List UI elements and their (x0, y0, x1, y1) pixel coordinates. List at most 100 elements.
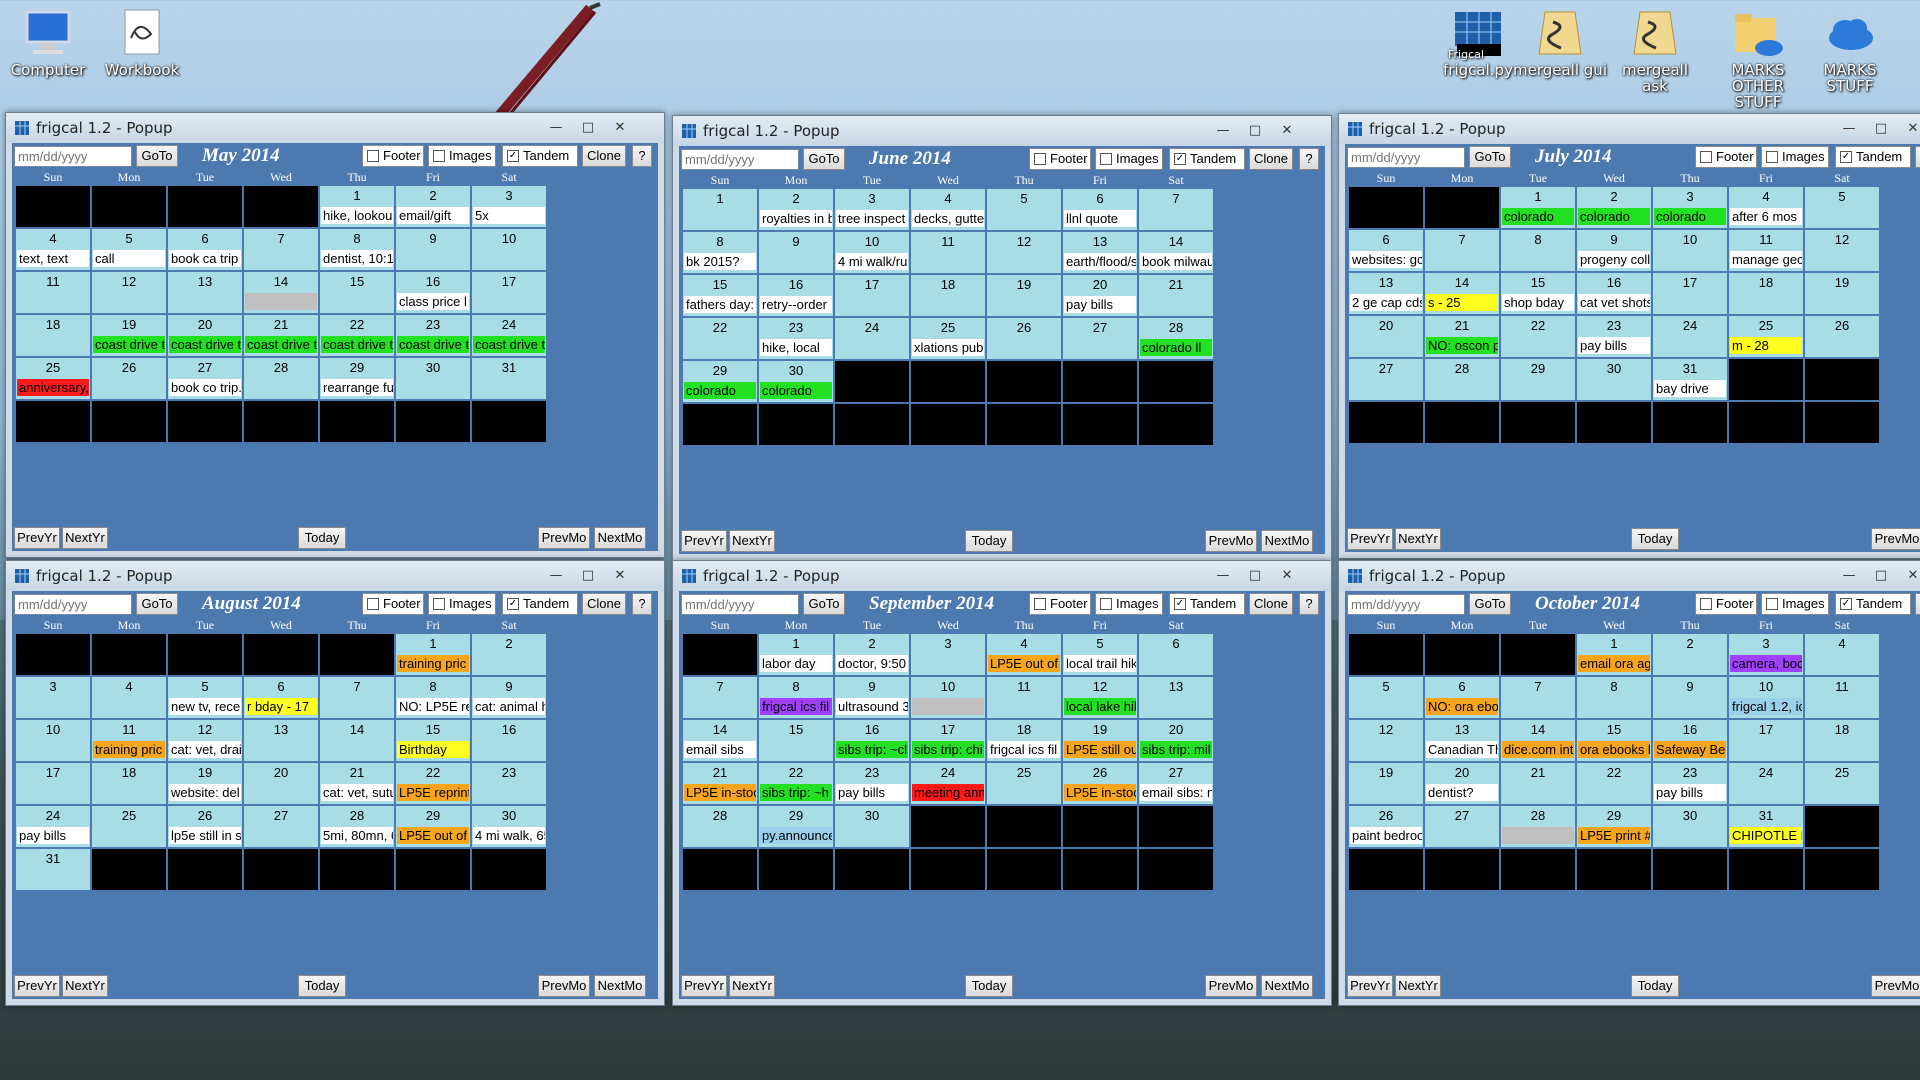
day-cell[interactable]: 26 LP5E in-stoc (1063, 763, 1137, 804)
day-cell[interactable]: 9 (396, 229, 470, 270)
event-label[interactable]: pay bills (836, 784, 908, 801)
maximize-button[interactable]: □ (1867, 118, 1895, 138)
maximize-button[interactable]: □ (1241, 565, 1269, 585)
tandem-checkbox[interactable]: ✓ Tandem (1169, 148, 1245, 170)
day-cell[interactable]: 13 Canadian Th (1425, 720, 1499, 761)
day-cell[interactable]: 2 doctor, 9:50 (835, 634, 909, 675)
day-cell[interactable]: 14 (244, 272, 318, 313)
day-cell[interactable]: 10 (911, 677, 985, 718)
day-cell[interactable]: 15 (759, 720, 833, 761)
day-cell[interactable]: 6 book ca trip (168, 229, 242, 270)
today-button[interactable]: Today (965, 530, 1013, 552)
day-cell[interactable]: 7 (1139, 189, 1213, 230)
goto-button[interactable]: GoTo (136, 145, 178, 167)
footer-checkbox[interactable]: Footer (362, 145, 424, 167)
day-cell[interactable]: 12 (92, 272, 166, 313)
day-cell[interactable]: 27 (1349, 359, 1423, 400)
day-cell[interactable]: 4 after 6 mos (1729, 187, 1803, 228)
event-label[interactable]: cat vet shots (1578, 294, 1650, 311)
day-cell[interactable]: 12 local lake hil (1063, 677, 1137, 718)
clone-button[interactable]: Clone (582, 145, 626, 167)
close-button[interactable]: ✕ (1273, 120, 1301, 140)
event-label[interactable]: rearrange fu (321, 379, 393, 396)
nextyr-button[interactable]: NextYr (729, 530, 775, 552)
event-label[interactable]: dice.com int (1502, 741, 1574, 758)
event-label[interactable] (912, 698, 984, 715)
day-cell[interactable]: 1 training pric (396, 634, 470, 675)
event-label[interactable]: colorado (1654, 208, 1726, 225)
day-cell[interactable]: 29 LP5E out of (396, 806, 470, 847)
day-cell[interactable]: 22 LP5E reprint (396, 763, 470, 804)
day-cell[interactable]: 20 (1349, 316, 1423, 357)
event-label[interactable]: llnl quote (1064, 210, 1136, 227)
day-cell[interactable]: 4 LP5E out of (987, 634, 1061, 675)
day-cell[interactable]: 2 (1653, 634, 1727, 675)
date-input[interactable] (1347, 147, 1465, 168)
event-label[interactable]: colorado (684, 382, 756, 399)
prevmo-button[interactable]: PrevMo (1205, 975, 1257, 997)
day-cell[interactable]: 25 (1805, 763, 1879, 804)
event-label[interactable]: colorado ll (1140, 339, 1212, 356)
day-cell[interactable]: 17 (1729, 720, 1803, 761)
day-cell[interactable]: 3 5x (472, 186, 546, 227)
day-cell[interactable]: 26 lp5e still in s (168, 806, 242, 847)
window-titlebar[interactable]: frigcal 1.2 - Popup — □ ✕ (6, 113, 664, 143)
day-cell[interactable]: 21 NO: oscon p (1425, 316, 1499, 357)
day-cell[interactable]: 23 pay bills (1653, 763, 1727, 804)
event-label[interactable]: Birthday (397, 741, 469, 758)
date-input[interactable] (14, 594, 132, 615)
day-cell[interactable]: 17 (835, 275, 909, 316)
close-button[interactable]: ✕ (606, 117, 634, 137)
event-label[interactable]: frigcal ics fil (760, 698, 832, 715)
day-cell[interactable]: 3 colorado (1653, 187, 1727, 228)
tandem-checkbox[interactable]: ✓ Tandem (502, 145, 578, 167)
prevmo-button[interactable]: PrevMo (538, 975, 590, 997)
day-cell[interactable]: 18 (911, 275, 985, 316)
day-cell[interactable]: 20 (244, 763, 318, 804)
day-cell[interactable]: 14 email sibs (683, 720, 757, 761)
day-cell[interactable]: 3 (911, 634, 985, 675)
day-cell[interactable]: 12 (1805, 230, 1879, 271)
day-cell[interactable]: 20 sibs trip: mil (1139, 720, 1213, 761)
day-cell[interactable]: 23 coast drive t (396, 315, 470, 356)
event-label[interactable]: manage gec (1730, 251, 1802, 268)
day-cell[interactable]: 31 CHIPOTLE E (1729, 806, 1803, 847)
day-cell[interactable]: 20 pay bills (1063, 275, 1137, 316)
help-button[interactable]: ? (1299, 593, 1319, 615)
event-label[interactable]: LP5E out of (988, 655, 1060, 672)
day-cell[interactable]: 16 cat vet shots (1577, 273, 1651, 314)
day-cell[interactable]: 30 4 mi walk, 65 (472, 806, 546, 847)
day-cell[interactable]: 29 py.announce (759, 806, 833, 847)
event-label[interactable]: hike, local (760, 339, 832, 356)
event-label[interactable]: labor day (760, 655, 832, 672)
day-cell[interactable]: 12 (1349, 720, 1423, 761)
day-cell[interactable]: 22 (683, 318, 757, 359)
day-cell[interactable]: 30 (396, 358, 470, 399)
clone-button[interactable]: Clone (1249, 593, 1293, 615)
day-cell[interactable]: 29 colorado (683, 361, 757, 402)
maximize-button[interactable]: □ (1867, 565, 1895, 585)
footer-checkbox[interactable]: Footer (1695, 593, 1757, 615)
minimize-button[interactable]: — (1209, 120, 1237, 140)
event-label[interactable]: call (93, 250, 165, 267)
day-cell[interactable]: 17 sibs trip: chi (911, 720, 985, 761)
day-cell[interactable]: 8 (1577, 677, 1651, 718)
day-cell[interactable]: 28 (1501, 806, 1575, 847)
event-label[interactable]: LP5E in-stoc (684, 784, 756, 801)
day-cell[interactable]: 6 r bday - 17 (244, 677, 318, 718)
event-label[interactable]: decks, gutte (912, 210, 984, 227)
goto-button[interactable]: GoTo (803, 593, 845, 615)
nextmo-button[interactable]: NextMo (1261, 530, 1313, 552)
event-label[interactable]: pay bills (1064, 296, 1136, 313)
event-label[interactable]: LP5E still ou (1064, 741, 1136, 758)
day-cell[interactable]: 27 email sibs: n (1139, 763, 1213, 804)
day-cell[interactable]: 22 sibs trip: ~h (759, 763, 833, 804)
event-label[interactable]: camera, boo (1730, 655, 1802, 672)
day-cell[interactable]: 1 (683, 189, 757, 230)
maximize-button[interactable]: □ (574, 117, 602, 137)
day-cell[interactable]: 25 m - 28 (1729, 316, 1803, 357)
desktop-icon[interactable]: MARKS OTHER STUFF (1710, 8, 1806, 110)
event-label[interactable]: coast drive t (169, 336, 241, 353)
images-checkbox[interactable]: Images (1761, 146, 1829, 168)
images-checkbox[interactable]: Images (1095, 593, 1163, 615)
